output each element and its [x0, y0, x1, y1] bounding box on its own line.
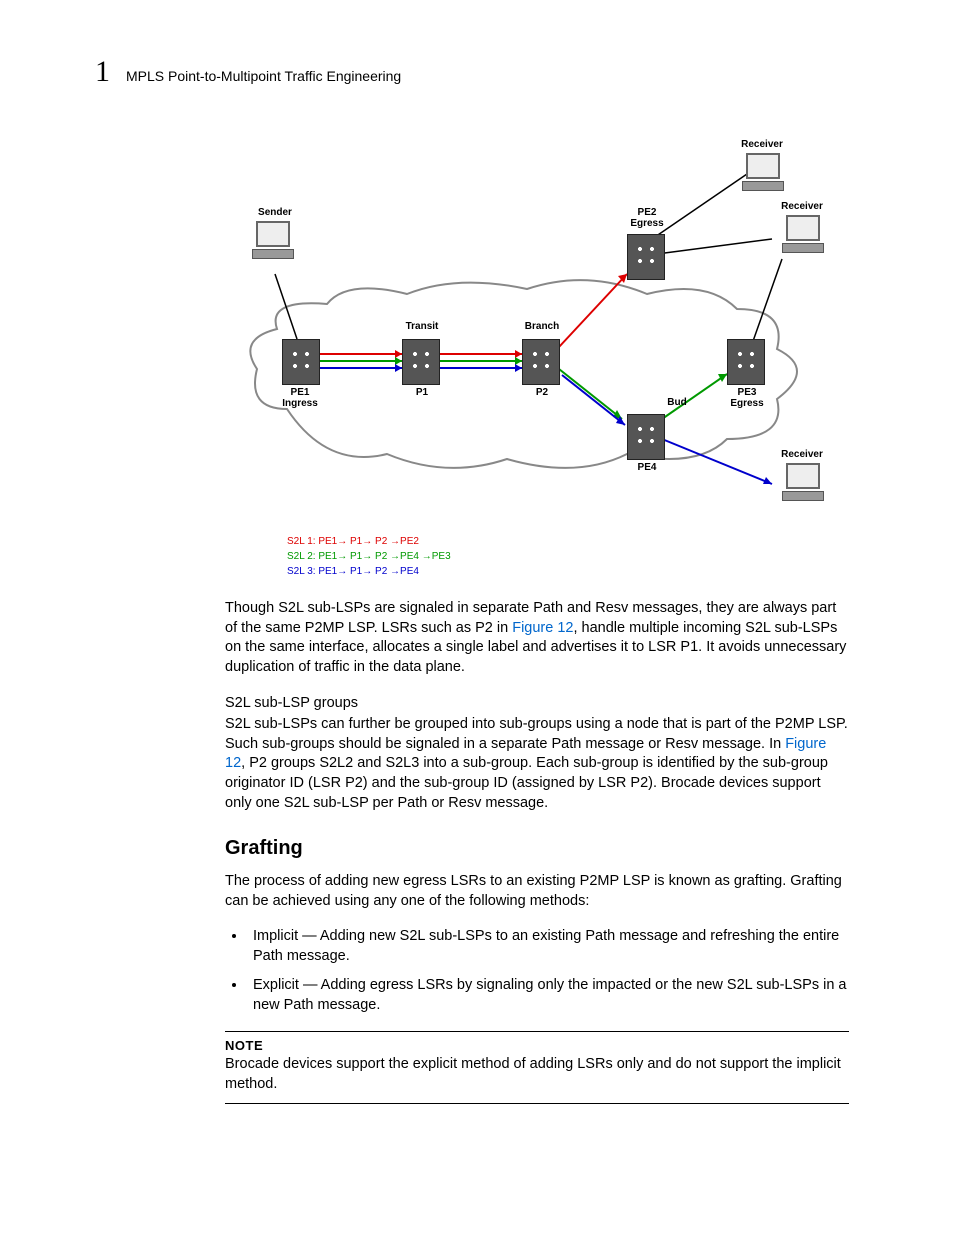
bullet-implicit: Implicit — Adding new S2L sub-LSPs to an…	[247, 927, 849, 966]
legend-s2l3: S2L 3: PE1→ P1→ P2 →PE4	[287, 564, 451, 579]
paragraph-1: Though S2L sub-LSPs are signaled in sepa…	[225, 599, 849, 677]
router-pe4	[627, 414, 665, 460]
paragraph-2: S2L sub-LSPs can further be grouped into…	[225, 715, 849, 813]
p2-text-b: , P2 groups S2L2 and S2L3 into a sub-gro…	[225, 755, 828, 810]
pc-sender	[252, 221, 294, 259]
router-pe1	[282, 339, 320, 385]
router-p1	[402, 339, 440, 385]
label-p1: P1	[392, 387, 452, 398]
note-box: NOTE Brocade devices support the explici…	[225, 1031, 849, 1103]
pc-receiver-1	[742, 153, 784, 191]
page-container: 1 MPLS Point-to-Multipoint Traffic Engin…	[0, 0, 954, 1164]
note-text: Brocade devices support the explicit met…	[225, 1055, 849, 1094]
paragraph-3: The process of adding new egress LSRs to…	[225, 872, 849, 911]
subheading-s2l-groups: S2L sub-LSP groups	[225, 695, 849, 711]
label-branch: Branch	[512, 321, 572, 332]
label-pe1: PE1 Ingress	[270, 387, 330, 409]
label-sender: Sender	[245, 207, 305, 218]
label-receiver-1: Receiver	[732, 139, 792, 150]
p2-text-a: S2L sub-LSPs can further be grouped into…	[225, 716, 848, 752]
note-label: NOTE	[225, 1038, 849, 1053]
legend-s2l2: S2L 2: PE1→ P1→ P2 →PE4 →PE3	[287, 549, 451, 564]
grafting-methods-list: Implicit — Adding new S2L sub-LSPs to an…	[225, 927, 849, 1015]
chapter-title: MPLS Point-to-Multipoint Traffic Enginee…	[126, 68, 401, 84]
link-figure-12-a[interactable]: Figure 12	[512, 620, 573, 636]
network-diagram: Sender Receiver Receiver Receiver PE1 In…	[227, 139, 847, 579]
label-transit: Transit	[392, 321, 452, 332]
pc-receiver-2	[782, 215, 824, 253]
label-receiver-3: Receiver	[772, 449, 832, 460]
router-pe3	[727, 339, 765, 385]
label-bud: Bud	[647, 397, 707, 408]
content-block: Sender Receiver Receiver Receiver PE1 In…	[225, 139, 849, 1104]
chapter-number: 1	[95, 55, 110, 89]
bullet-explicit: Explicit — Adding egress LSRs by signali…	[247, 976, 849, 1015]
page-header: 1 MPLS Point-to-Multipoint Traffic Engin…	[95, 55, 879, 89]
label-p2: P2	[512, 387, 572, 398]
router-p2	[522, 339, 560, 385]
pc-receiver-3	[782, 463, 824, 501]
legend-s2l1: S2L 1: PE1→ P1→ P2 →PE2	[287, 534, 451, 549]
label-pe4: PE4	[617, 462, 677, 473]
heading-grafting: Grafting	[225, 837, 849, 860]
label-pe2: PE2 Egress	[617, 207, 677, 229]
diagram-legend: S2L 1: PE1→ P1→ P2 →PE2 S2L 2: PE1→ P1→ …	[287, 534, 451, 579]
label-pe3: PE3 Egress	[717, 387, 777, 409]
label-receiver-2: Receiver	[772, 201, 832, 212]
router-pe2	[627, 234, 665, 280]
